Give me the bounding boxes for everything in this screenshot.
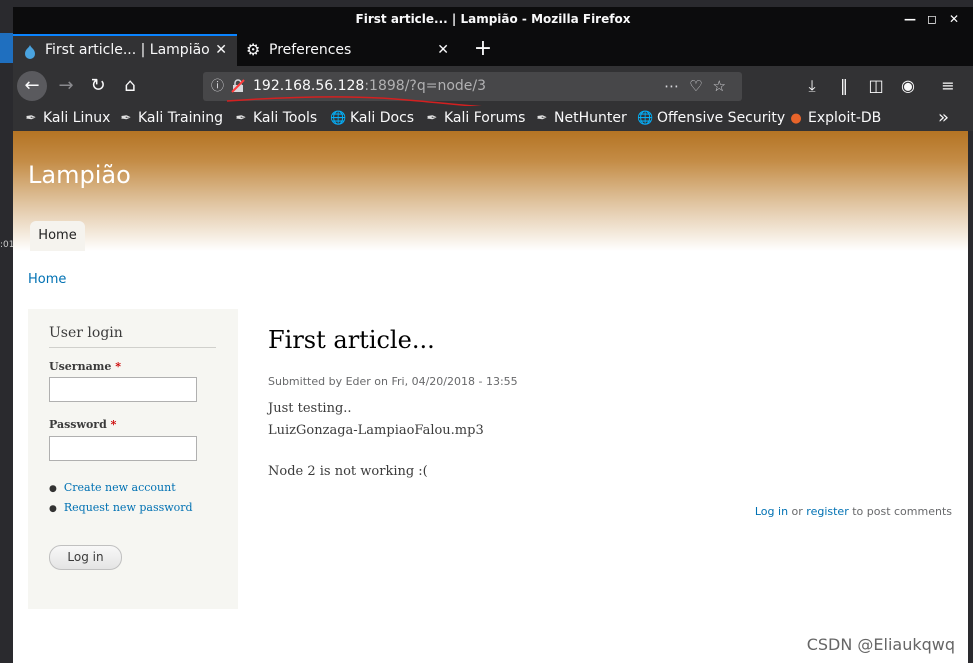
close-tab-icon[interactable]: ✕ [437, 34, 449, 66]
block-title: User login [49, 325, 216, 348]
comment-links: Log in or register to post comments [754, 505, 952, 518]
info-icon[interactable]: ⓘ [211, 72, 224, 101]
bookmark-nethunter[interactable]: ✒ NetHunter [534, 106, 627, 131]
bookmark-kali-linux[interactable]: ✒ Kali Linux [23, 106, 111, 131]
tab-strip: First article... | Lampião ✕ ⚙ Preferenc… [13, 32, 973, 66]
account-icon[interactable]: ◉ [896, 74, 920, 98]
tab-label: Preferences [269, 42, 352, 58]
create-account-link[interactable]: ● Create new account [49, 481, 176, 494]
more-bookmarks-icon[interactable]: » [938, 106, 949, 130]
bookmark-offensive-security[interactable]: 🌐 Offensive Security [637, 106, 785, 131]
reload-button[interactable]: ↻ [83, 71, 113, 101]
library-icon[interactable]: ‖ [832, 74, 856, 98]
request-password-link[interactable]: ● Request new password [49, 501, 193, 514]
window-title: First article... | Lampião - Mozilla Fir… [355, 12, 631, 26]
site-name[interactable]: Lampião [28, 161, 131, 189]
breadcrumb[interactable]: Home [28, 272, 66, 287]
pocket-icon[interactable]: ♡ [689, 77, 712, 95]
bookmark-exploit-db[interactable]: ● Exploit-DB [788, 106, 881, 131]
new-tab-button[interactable]: + [468, 34, 498, 64]
home-button[interactable]: ⌂ [115, 71, 145, 101]
main-menu-home[interactable]: Home [30, 221, 85, 251]
comment-register-link[interactable]: register [806, 505, 848, 518]
password-label: Password * [49, 418, 117, 431]
bullet-icon: ● [49, 504, 57, 514]
globe-icon: 🌐 [330, 111, 347, 126]
downloads-icon[interactable]: ⤓ [800, 74, 824, 98]
article-body-line: Node 2 is not working :( [268, 464, 428, 479]
kali-icon: ✒ [25, 111, 37, 126]
log-in-button[interactable]: Log in [49, 545, 122, 570]
desktop-edge-accent [0, 33, 13, 63]
drupal-icon [25, 45, 35, 59]
bookmark-star-icon[interactable]: ☆ [713, 77, 736, 95]
minimize-button[interactable]: — [899, 7, 921, 32]
kali-icon: ✒ [426, 111, 438, 126]
kali-icon: ✒ [120, 111, 132, 126]
tab-preferences[interactable]: ⚙ Preferences ✕ [237, 34, 459, 66]
site-header: Lampião Home [13, 131, 968, 251]
bookmarks-toolbar: ✒ Kali Linux ✒ Kali Training ✒ Kali Tools 🌐… [13, 106, 973, 131]
watermark: CSDN @Eliaukqwq [806, 635, 955, 654]
globe-icon: 🌐 [637, 111, 654, 126]
sidebar-icon[interactable]: ◫ [864, 74, 888, 98]
article-title: First article... [268, 326, 435, 354]
back-button[interactable]: ← [17, 71, 47, 101]
password-field[interactable] [49, 436, 197, 461]
close-tab-icon[interactable]: ✕ [215, 36, 227, 64]
page-actions-icon[interactable]: ⋯ [664, 77, 689, 95]
bookmark-kali-docs[interactable]: 🌐 Kali Docs [330, 106, 414, 131]
desktop-edge [0, 7, 13, 663]
gear-icon: ⚙ [246, 40, 261, 59]
url-actions: ⋯♡☆ [664, 72, 736, 101]
bullet-icon: ● [49, 484, 57, 494]
comment-login-link[interactable]: Log in [755, 505, 788, 518]
bookmark-kali-training[interactable]: ✒ Kali Training [118, 106, 223, 131]
menu-icon[interactable]: ≡ [936, 74, 960, 98]
username-field[interactable] [49, 377, 197, 402]
article-body-line: Just testing.. [268, 401, 352, 416]
exploit-db-icon: ● [790, 111, 802, 126]
user-login-block: User login Username * Password * ● Create… [28, 309, 238, 609]
maximize-button[interactable]: ◻ [921, 7, 943, 32]
forward-button[interactable]: → [51, 71, 81, 101]
submitted-info: Submitted by Eder on Fri, 04/20/2018 - 1… [268, 375, 518, 388]
kali-icon: ✒ [536, 111, 548, 126]
close-window-button[interactable]: ✕ [943, 7, 965, 32]
insecure-lock-icon [231, 79, 245, 93]
kali-icon: ✒ [235, 111, 247, 126]
bookmark-kali-tools[interactable]: ✒ Kali Tools [233, 106, 318, 131]
article-body-line: LuizGonzaga-LampiaoFalou.mp3 [268, 423, 484, 438]
tab-label: First article... | Lampião [45, 42, 210, 58]
username-label: Username * [49, 360, 121, 373]
bookmark-kali-forums[interactable]: ✒ Kali Forums [424, 106, 526, 131]
web-page: Lampião Home Home User login Username * … [13, 131, 968, 663]
firefox-window: First article... | Lampião - Mozilla Fir… [0, 0, 973, 663]
title-bar: First article... | Lampião - Mozilla Fir… [13, 7, 973, 32]
tab-first-article[interactable]: First article... | Lampião ✕ [13, 34, 237, 66]
